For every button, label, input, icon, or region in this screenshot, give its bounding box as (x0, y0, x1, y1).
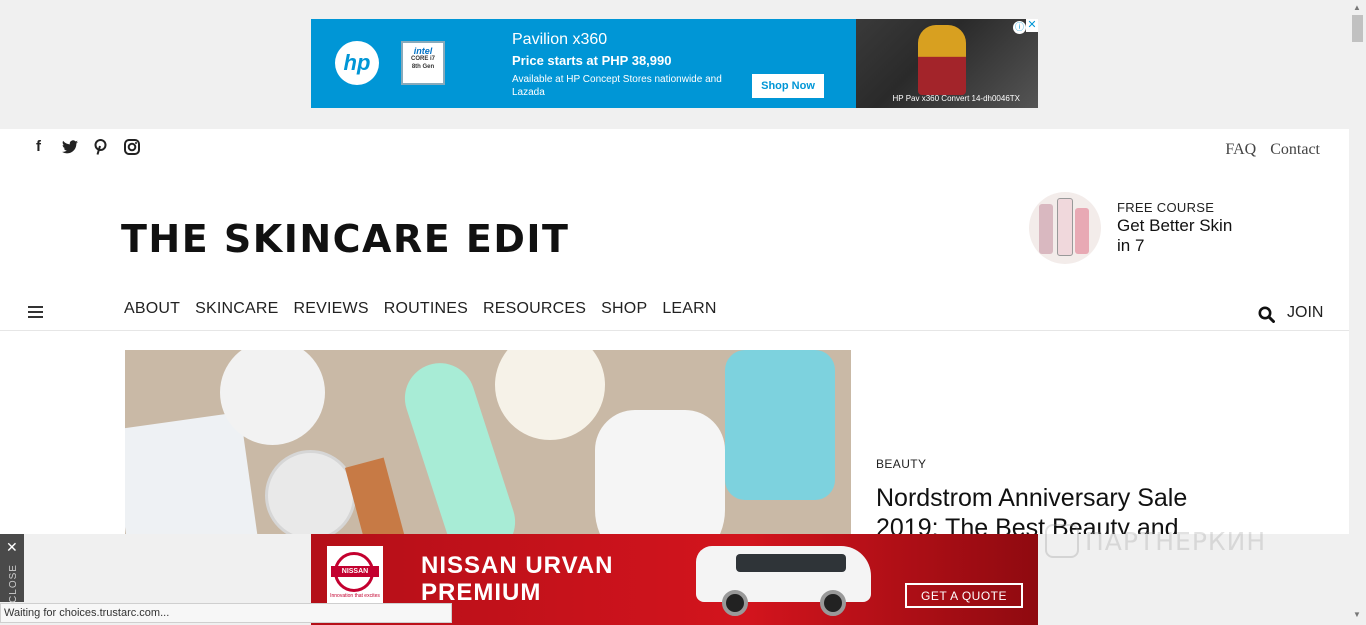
nissan-headline: NISSAN URVAN PREMIUM (421, 552, 613, 606)
nav-item-reviews[interactable]: REVIEWS (294, 300, 369, 318)
nissan-tagline: Innovation that excites (330, 593, 380, 599)
search-icon[interactable] (1258, 306, 1275, 323)
van-wheel (820, 590, 846, 616)
bottom-ad-close-button[interactable]: ✕ CLOSE (0, 534, 24, 603)
van-window (736, 554, 846, 572)
ad-photo-person (918, 25, 966, 95)
ad-title: Pavilion x360 (512, 31, 608, 48)
page-scrollbar[interactable]: ▲ ▼ (1349, 0, 1366, 625)
top-links: FAQ Contact (1225, 141, 1320, 159)
promo-bottle (1057, 198, 1073, 256)
article-category[interactable]: BEAUTY (876, 457, 926, 471)
scroll-down-icon[interactable]: ▼ (1353, 610, 1361, 619)
adchoices-icon[interactable]: ⓘ (1013, 21, 1026, 34)
ad-availability: Available at HP Concept Stores nationwid… (512, 74, 722, 98)
contact-link[interactable]: Contact (1270, 141, 1320, 159)
promo-headline: Get Better Skin in 7 (1117, 216, 1233, 255)
nav-item-routines[interactable]: ROUTINES (384, 300, 468, 318)
nav-item-about[interactable]: ABOUT (124, 300, 180, 318)
instagram-icon[interactable] (123, 138, 140, 155)
join-link[interactable]: JOIN (1287, 304, 1323, 322)
close-icon: ✕ (6, 539, 18, 555)
scroll-thumb[interactable] (1352, 15, 1363, 42)
promo-label: FREE COURSE (1117, 200, 1215, 215)
watermark-icon (1045, 524, 1079, 558)
main-nav: ABOUT SKINCARE REVIEWS ROUTINES RESOURCE… (0, 292, 1349, 331)
close-label: CLOSE (7, 564, 19, 603)
watermark-text: ПАРТНЕРКИН (1085, 526, 1267, 556)
promo-image (1029, 192, 1101, 264)
nav-item-skincare[interactable]: SKINCARE (195, 300, 278, 318)
hero-product (725, 350, 835, 500)
ad-close-icon[interactable]: ✕ (1026, 19, 1038, 32)
pinterest-icon[interactable] (92, 138, 109, 155)
get-a-quote-button[interactable]: GET A QUOTE (905, 583, 1023, 608)
ad-price: Price starts at PHP 38,990 (512, 53, 672, 68)
site-logo[interactable]: THE SKINCARE EDIT (121, 217, 569, 261)
ad-caption: HP Pav x360 Convert 14-dh0046TX (892, 94, 1020, 103)
nav-item-shop[interactable]: SHOP (601, 300, 647, 318)
van-wheel (722, 590, 748, 616)
watermark: ПАРТНЕРКИН (1045, 524, 1266, 558)
facebook-icon[interactable]: f (30, 138, 47, 155)
twitter-icon[interactable] (61, 138, 78, 155)
nissan-headline-line1: NISSAN URVAN (421, 552, 614, 579)
nissan-logo: NISSAN Innovation that excites (327, 546, 383, 606)
hero-product (495, 350, 605, 440)
menu-icon[interactable] (28, 306, 43, 318)
free-course-promo[interactable]: FREE COURSE Get Better Skin in 7 (1029, 192, 1259, 266)
social-links: f (30, 138, 140, 155)
nav-item-resources[interactable]: RESOURCES (483, 300, 586, 318)
faq-link[interactable]: FAQ (1225, 141, 1256, 159)
promo-bottle (1075, 208, 1089, 254)
shop-now-button[interactable]: Shop Now (752, 74, 824, 98)
promo-bottle (1039, 204, 1053, 254)
intel-badge-line2: 8th Gen (411, 64, 435, 70)
intel-badge-brand: intel (413, 46, 433, 56)
scroll-up-icon[interactable]: ▲ (1353, 3, 1361, 12)
nissan-logo-word: NISSAN (331, 566, 379, 577)
browser-status-bar: Waiting for choices.trustarc.com... (0, 603, 452, 623)
hp-logo-text: hp (343, 50, 371, 75)
nav-item-learn[interactable]: LEARN (662, 300, 716, 318)
hero-product (265, 450, 356, 541)
ad-photo: HP Pav x360 Convert 14-dh0046TX (856, 19, 1038, 108)
hp-banner-ad[interactable]: hp intel CORE i7 8th Gen Pavilion x360 P… (311, 19, 1038, 108)
van-image (696, 540, 871, 618)
intel-badge-line1: CORE i7 (410, 56, 435, 62)
hp-logo: hp (335, 41, 379, 85)
hero-product (220, 350, 325, 445)
nav-items: ABOUT SKINCARE REVIEWS ROUTINES RESOURCE… (124, 300, 717, 318)
nissan-headline-line2: PREMIUM (421, 579, 542, 606)
intel-badge: intel CORE i7 8th Gen (401, 41, 445, 85)
